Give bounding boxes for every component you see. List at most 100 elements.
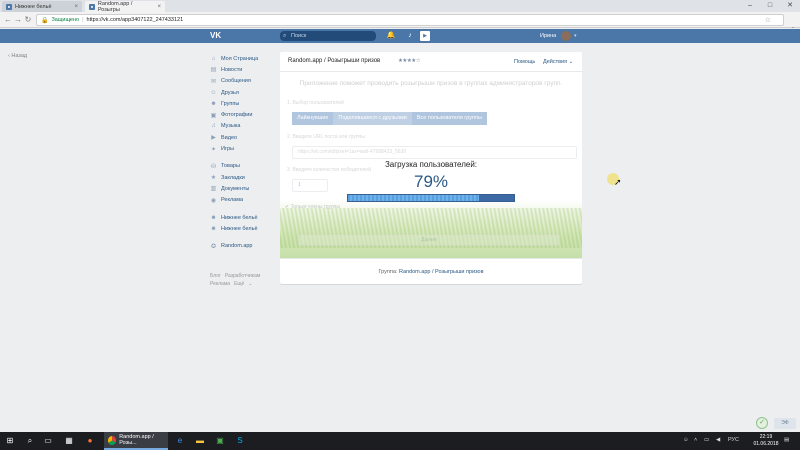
menu-item-label: Реклама xyxy=(221,197,244,204)
close-tab-icon[interactable]: × xyxy=(74,4,78,10)
menu-item-bookmarks[interactable]: ★ Закладки xyxy=(210,172,276,183)
menu-item-my-page[interactable]: ⌂ Моя Страница xyxy=(210,53,276,64)
group-icon: ☻ xyxy=(210,214,217,221)
menu-item-label: Сообщения xyxy=(221,78,251,85)
edge-icon[interactable]: e xyxy=(174,435,186,447)
avatar[interactable] xyxy=(561,31,571,41)
only-members-label: Только члены группы xyxy=(290,204,340,210)
skype-icon[interactable]: S xyxy=(234,435,246,447)
menu-item-label: Моя Страница xyxy=(221,55,259,62)
address-bar[interactable]: 🔒 Защищено | https://vk.com/app3407122_2… xyxy=(36,14,784,26)
search-icon[interactable]: ⌕ xyxy=(24,435,36,447)
play-icon[interactable]: ▶ xyxy=(420,31,430,41)
file-explorer-icon[interactable]: ▬ xyxy=(194,435,206,447)
next-button[interactable]: Далее xyxy=(298,234,560,246)
app-icon: ✪ xyxy=(210,243,217,250)
menu-item-random-app[interactable]: ✪ Random.app xyxy=(210,240,276,251)
bookmarks-icon: ★ xyxy=(210,175,217,182)
language-indicator[interactable]: РУС xyxy=(728,437,739,443)
chrome-icon xyxy=(108,435,117,445)
menu-item-music[interactable]: ♫ Музыка xyxy=(210,121,276,132)
user-choice-group: Лайкнувшие Поделившиеся с друзьями Все п… xyxy=(292,112,487,125)
search-input[interactable]: ⌕ Поиск xyxy=(280,31,376,41)
browser-tab-1[interactable]: в Нижнее бельё × xyxy=(2,1,82,12)
windows-start-icon[interactable]: ⊞ xyxy=(4,435,16,447)
taskbar-chrome-app[interactable]: Random.app / Розы... xyxy=(104,432,168,450)
menu-item-label: Игры xyxy=(221,146,234,153)
firefox-icon[interactable]: ● xyxy=(84,435,96,447)
footer-link-blog[interactable]: Блог xyxy=(210,273,221,279)
footer-link-developers[interactable]: Разработчикам xyxy=(225,273,261,279)
post-url-input[interactable]: https://vk.com/id/pixel=1ax=wall-4798843… xyxy=(292,146,577,159)
music-icon: ♫ xyxy=(211,123,216,130)
menu-item-goods[interactable]: ⛁ Товары xyxy=(210,161,276,172)
menu-item-video[interactable]: ▶ Видео xyxy=(210,132,276,143)
close-tab-icon[interactable]: × xyxy=(157,4,161,10)
only-members-checkbox[interactable]: ✔ Только члены группы xyxy=(285,204,340,210)
menu-item-group-2[interactable]: ☻ Нижнее бельё xyxy=(210,223,276,234)
notifications-bell-icon[interactable]: 🔔 xyxy=(386,31,396,41)
mouse-cursor-icon: ➚ xyxy=(614,177,622,187)
volume-icon[interactable]: ◀ xyxy=(716,437,720,443)
choice-liked-button[interactable]: Лайкнувшие xyxy=(292,112,334,125)
minimized-widget-button[interactable]: ЭФ xyxy=(774,418,796,429)
help-link[interactable]: Помощь xyxy=(514,59,535,65)
footer-prefix: Группа: xyxy=(378,269,398,275)
footer-link-ads[interactable]: Реклама xyxy=(210,281,230,287)
browser-tab-2[interactable]: в Random.app / Розыгры × xyxy=(85,1,165,13)
back-link[interactable]: ‹ Назад xyxy=(8,53,27,59)
loading-progress-bar xyxy=(347,194,515,202)
menu-item-label: Random.app xyxy=(221,243,253,250)
lock-icon: 🔒 xyxy=(41,17,49,24)
choice-all-members-button[interactable]: Все пользователи группы xyxy=(411,112,487,125)
music-note-icon[interactable]: ♪ xyxy=(405,31,415,41)
reload-icon[interactable]: ↻ xyxy=(22,14,34,26)
people-icon[interactable]: ☺ xyxy=(683,437,689,443)
minimize-window-icon[interactable]: – xyxy=(740,0,760,12)
app-title[interactable]: Random.app / Розыгрыши призов xyxy=(288,58,380,64)
menu-item-label: Новости xyxy=(221,66,243,73)
shield-check-icon[interactable]: ✓ xyxy=(756,417,768,429)
menu-item-news[interactable]: ▤ Новости xyxy=(210,64,276,75)
menu-item-games[interactable]: ✦ Игры xyxy=(210,143,276,154)
menu-item-group-1[interactable]: ☻ Нижнее бельё xyxy=(210,212,276,223)
menu-item-groups[interactable]: ☻ Группы xyxy=(210,98,276,109)
menu-item-friends[interactable]: ☺ Друзья xyxy=(210,87,276,98)
group-link[interactable]: Random.app / Розыгрыши призов xyxy=(399,269,484,275)
store-icon[interactable]: ▣ xyxy=(214,435,226,447)
home-icon: ⌂ xyxy=(211,55,216,62)
network-icon[interactable]: ▭ xyxy=(704,437,709,443)
vk-logo[interactable]: VK xyxy=(210,31,224,41)
task-view-icon[interactable]: ▭ xyxy=(42,435,54,447)
news-icon: ▤ xyxy=(210,67,217,74)
menu-item-documents[interactable]: ▥ Документы xyxy=(210,183,276,194)
show-hidden-icons-icon[interactable]: ˄ xyxy=(694,437,697,443)
chevron-down-icon: ⌄ xyxy=(248,281,253,287)
left-menu: ⌂ Моя Страница ▤ Новости ✉ Сообщения ☺ Друзь… xyxy=(210,53,276,252)
menu-item-photos[interactable]: ▣ Фотографии xyxy=(210,109,276,120)
action-center-icon[interactable]: ▤ xyxy=(784,437,789,443)
maximize-window-icon[interactable]: □ xyxy=(760,0,780,12)
calculator-icon[interactable]: ▦ xyxy=(63,435,75,447)
separator: | xyxy=(82,17,84,23)
menu-item-label: Музыка xyxy=(221,123,241,130)
video-icon: ▶ xyxy=(211,135,216,142)
footer-link-more[interactable]: Ещё xyxy=(234,281,244,287)
system-clock[interactable]: 22:19 01.06.2018 xyxy=(752,434,780,448)
back-link-label: Назад xyxy=(11,53,28,59)
close-window-icon[interactable]: ✕ xyxy=(780,0,800,12)
user-name[interactable]: Ирина xyxy=(540,31,556,41)
menu-item-label: Друзья xyxy=(221,89,239,96)
app-card-header: Random.app / Розыгрыши призов ★★★★☆ Помо… xyxy=(280,52,582,72)
bookmark-star-icon[interactable]: ☆ xyxy=(765,16,771,24)
tab-title: Нижнее бельё xyxy=(15,3,52,10)
chevron-down-icon[interactable]: ▾ xyxy=(574,31,577,41)
menu-item-messages[interactable]: ✉ Сообщения xyxy=(210,76,276,87)
taskbar-app-title: Random.app / Розы... xyxy=(119,434,154,446)
menu-item-ads[interactable]: ◉ Реклама xyxy=(210,195,276,206)
choice-shared-button[interactable]: Поделившиеся с друзьями xyxy=(333,112,412,125)
menu-item-label: Товары xyxy=(221,163,240,170)
menu-item-label: Нижнее бельё xyxy=(221,214,258,221)
actions-dropdown[interactable]: Действия ⌄ xyxy=(543,59,573,65)
messages-icon: ✉ xyxy=(210,78,217,85)
